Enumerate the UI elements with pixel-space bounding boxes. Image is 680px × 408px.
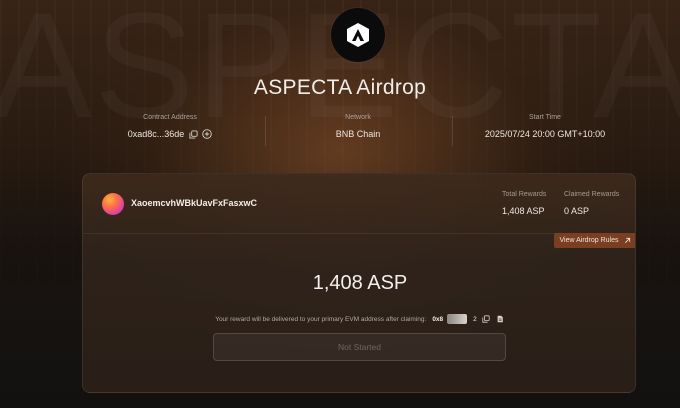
reward-amount: 1,408 ASP (312, 272, 408, 294)
total-rewards-value: 1,408 ASP (502, 206, 545, 216)
network-info: Network BNB Chain (272, 114, 444, 148)
address-redaction (447, 314, 468, 324)
delivery-notice: Your reward will be delivered to your pr… (83, 314, 635, 324)
view-airdrop-rules-button[interactable]: View Airdrop Rules (554, 233, 635, 248)
claimed-rewards-value: 0 ASP (564, 206, 590, 216)
info-divider (452, 116, 453, 146)
document-icon[interactable] (495, 314, 505, 324)
card-header: XaoemcvhWBkUavFxFasxwC Total Rewards 1,4… (83, 174, 635, 234)
start-time-info: Start Time 2025/07/24 20:00 GMT+10:00 (454, 114, 636, 148)
info-divider (265, 116, 266, 146)
start-time-value: 2025/07/24 20:00 GMT+10:00 (484, 129, 606, 139)
add-icon[interactable] (202, 129, 213, 139)
copy-icon[interactable] (481, 314, 491, 324)
airdrop-card: XaoemcvhWBkUavFxFasxwC Total Rewards 1,4… (82, 173, 636, 393)
network-label: Network (345, 114, 371, 121)
contract-info: Contract Address 0xad8c...36de (82, 114, 258, 148)
rules-button-label: View Airdrop Rules (559, 237, 619, 244)
network-value: BNB Chain (335, 129, 381, 139)
total-rewards: Total Rewards 1,408 ASP (502, 191, 546, 216)
info-row: Contract Address 0xad8c...36de Network B… (82, 114, 636, 148)
evm-address-end: 2 (473, 315, 477, 323)
claim-status-button[interactable]: Not Started (213, 333, 506, 361)
avatar (102, 193, 124, 215)
claimed-rewards-label: Claimed Rewards (564, 191, 620, 198)
contract-address: 0xad8c...36de (127, 129, 185, 139)
contract-label: Contract Address (143, 114, 197, 121)
username: XaoemcvhWBkUavFxFasxwC (131, 198, 258, 208)
start-time-label: Start Time (529, 114, 561, 121)
delivery-notice-text: Your reward will be delivered to your pr… (215, 315, 427, 323)
page-title: ASPECTA Airdrop (253, 76, 427, 99)
total-rewards-label: Total Rewards (502, 191, 547, 198)
evm-address-start: 0x8 (432, 315, 444, 323)
arrow-up-right-icon (624, 237, 630, 243)
aspecta-logo-icon (331, 8, 385, 62)
copy-icon[interactable] (188, 129, 198, 139)
claimed-rewards: Claimed Rewards 0 ASP (564, 191, 619, 216)
